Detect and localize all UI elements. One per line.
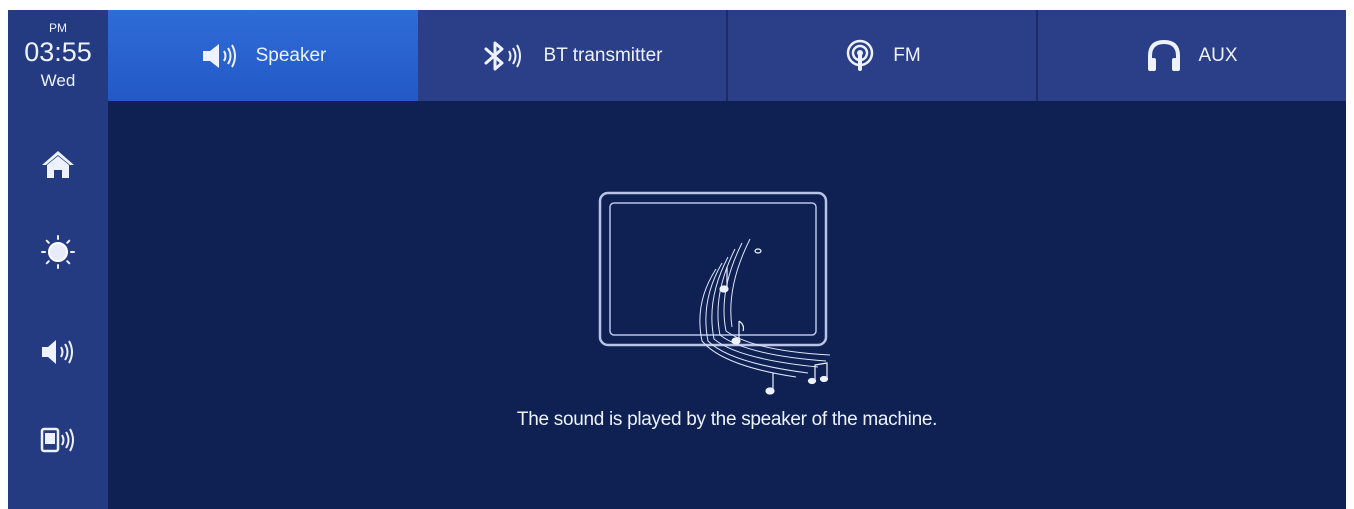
- screen-inner-outline: [609, 202, 817, 336]
- screen-outline: [598, 191, 828, 347]
- speaker-icon: [42, 340, 73, 364]
- bluetooth-icon: [482, 41, 528, 71]
- tab-fm[interactable]: FM: [728, 10, 1038, 101]
- speaker-illustration: [598, 191, 831, 395]
- home-button[interactable]: [33, 139, 83, 189]
- clock-ampm: PM: [49, 21, 67, 35]
- volume-button[interactable]: [33, 327, 83, 377]
- tab-fm-label: FM: [893, 44, 921, 66]
- headphones-icon: [1146, 39, 1182, 73]
- clock-day: Wed: [40, 71, 76, 90]
- tab-aux-label: AUX: [1198, 44, 1238, 66]
- home-icon: [42, 151, 74, 178]
- tab-aux[interactable]: AUX: [1038, 10, 1346, 101]
- radio-icon: [843, 39, 877, 73]
- brightness-button[interactable]: [33, 227, 83, 277]
- tab-speaker-label: Speaker: [255, 44, 327, 66]
- tab-bt-transmitter[interactable]: BT transmitter: [418, 10, 728, 101]
- music-notes: [719, 248, 829, 395]
- sun-icon: [41, 235, 75, 269]
- screen: PM 03:55 Wed Speaker BT transmitter FM A…: [8, 10, 1346, 509]
- phone-audio-icon: [40, 427, 74, 453]
- sound-waves: [699, 238, 831, 378]
- clock-time: 03:55: [24, 37, 92, 67]
- tab-speaker[interactable]: Speaker: [108, 10, 418, 101]
- device-audio-button[interactable]: [33, 415, 83, 465]
- speaker-message: The sound is played by the speaker of th…: [516, 409, 938, 430]
- speaker-panel: The sound is played by the speaker of th…: [108, 101, 1346, 509]
- sidebar: PM 03:55 Wed: [8, 10, 108, 509]
- clock: PM 03:55 Wed: [8, 10, 108, 101]
- speaker-icon: [200, 41, 240, 71]
- source-tabs: Speaker BT transmitter FM AUX: [108, 10, 1346, 101]
- tab-bt-transmitter-label: BT transmitter: [543, 44, 663, 66]
